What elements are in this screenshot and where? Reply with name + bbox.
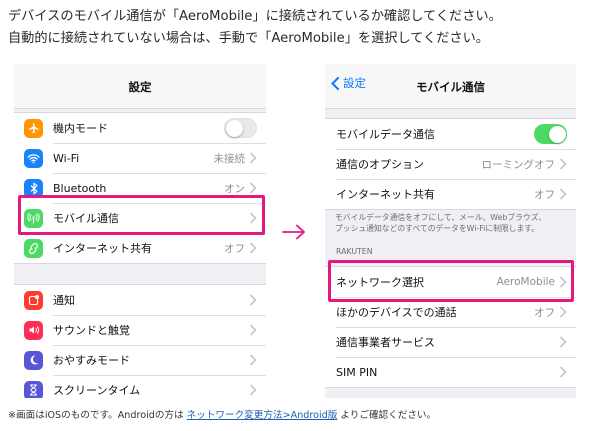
notifications-icon — [24, 290, 43, 310]
row-label: 通信のオプション — [336, 158, 424, 171]
chevron-right-icon — [559, 366, 567, 378]
row-label: SIM PIN — [336, 365, 378, 379]
row-value: AeroMobile — [496, 276, 555, 288]
row-label: 通信事業者サービス — [336, 336, 435, 349]
row-value: オフ — [224, 242, 245, 255]
instructions: デバイスのモバイル通信が「AeroMobile」に接続されているか確認してくださ… — [8, 6, 584, 50]
settings-title: 設定 — [128, 80, 152, 94]
row-label: ほかのデバイスでの通話 — [336, 306, 457, 319]
mobile-data-group-main: モバイルデータ通信 通信のオプション ローミングオフ インターネット共有 オフ — [325, 118, 576, 210]
row-value: オフ — [534, 188, 555, 201]
chevron-right-icon — [249, 212, 257, 224]
chevron-right-icon — [559, 276, 567, 288]
instruction-line-1: デバイスのモバイル通信が「AeroMobile」に接続されているか確認してくださ… — [8, 9, 502, 24]
android-guide-link[interactable]: ネットワーク変更方法>Android版 — [187, 410, 338, 421]
airplane-mode-toggle[interactable] — [224, 118, 257, 138]
mobile-data-row-hotspot[interactable]: インターネット共有 オフ — [325, 179, 576, 209]
chevron-right-icon — [249, 152, 257, 164]
hotspot-icon — [24, 238, 43, 258]
settings-row-screen-time[interactable]: スクリーンタイム — [14, 375, 266, 398]
settings-row-sounds[interactable]: サウンドと触覚 — [14, 315, 266, 345]
mobile-data-row-calls-on-other-devices[interactable]: ほかのデバイスでの通話 オフ — [325, 297, 576, 327]
mobile-data-row-sim-pin[interactable]: SIM PIN — [325, 357, 576, 387]
row-label: Wi-Fi — [53, 151, 80, 165]
chevron-right-icon — [559, 306, 567, 318]
speaker-icon — [24, 320, 43, 340]
row-label: Bluetooth — [53, 181, 107, 195]
instruction-line-2: 自動的に接続されていない場合は、手動で「AeroMobile」を選択してください… — [8, 31, 489, 46]
moon-icon — [24, 350, 43, 370]
footnote-line-1: モバイルデータ通信をオフにして、メール、Webブラウズ、 — [335, 213, 547, 222]
note-prefix: ※画面はiOSのものです。Androidの方は — [8, 410, 187, 421]
row-value: オン — [224, 182, 245, 195]
chevron-right-icon — [559, 158, 567, 170]
row-label: サウンドと触覚 — [53, 324, 130, 337]
row-value: ローミングオフ — [481, 158, 556, 171]
settings-navbar: 設定 — [14, 64, 266, 109]
settings-row-do-not-disturb[interactable]: おやすみモード — [14, 345, 266, 375]
mobile-data-row-carrier-services[interactable]: 通信事業者サービス — [325, 327, 576, 357]
settings-row-bluetooth[interactable]: Bluetooth オン — [14, 173, 266, 203]
mobile-data-screen: 設定 モバイル通信 モバイルデータ通信 通信のオプション ローミングオフ インタ… — [325, 64, 576, 398]
mobile-data-row-options[interactable]: 通信のオプション ローミングオフ — [325, 149, 576, 179]
row-label: 機内モード — [53, 122, 108, 135]
row-label: 通知 — [53, 294, 75, 307]
arrow-right-icon — [282, 224, 305, 240]
row-label: モバイルデータ通信 — [336, 128, 435, 141]
mobile-data-toggle[interactable] — [534, 124, 567, 144]
carrier-section-header: RAKUTEN — [336, 247, 373, 256]
chevron-right-icon — [249, 324, 257, 336]
chevron-right-icon — [559, 188, 567, 200]
chevron-right-icon — [249, 242, 257, 254]
mobile-data-footnote: モバイルデータ通信をオフにして、メール、Webブラウズ、 プッシュ通知などのすべ… — [335, 212, 566, 234]
mobile-data-row-network-selection[interactable]: ネットワーク選択 AeroMobile — [325, 267, 576, 297]
row-label: インターネット共有 — [53, 242, 152, 255]
chevron-right-icon — [559, 336, 567, 348]
settings-group-notifications: 通知 サウンドと触覚 おやすみモード スクリーンタイム — [14, 284, 266, 398]
chevron-right-icon — [249, 182, 257, 194]
row-value: オフ — [534, 306, 555, 319]
hourglass-icon — [24, 380, 43, 398]
chevron-right-icon — [249, 294, 257, 306]
row-label: モバイル通信 — [53, 212, 119, 225]
antenna-icon — [24, 208, 43, 228]
row-label: ネットワーク選択 — [336, 276, 424, 289]
ios-note: ※画面はiOSのものです。Androidの方は ネットワーク変更方法>Andro… — [8, 407, 436, 421]
row-label: スクリーンタイム — [53, 384, 141, 397]
wifi-icon — [24, 148, 43, 168]
note-suffix: よりご確認ください。 — [337, 410, 437, 421]
bluetooth-icon — [24, 178, 43, 198]
mobile-data-row-cellular[interactable]: モバイルデータ通信 — [325, 119, 576, 149]
settings-row-notifications[interactable]: 通知 — [14, 285, 266, 315]
settings-screen: 設定 機内モード Wi-Fi 未接続 Bluetooth オン モバイル通信 イ… — [14, 64, 266, 398]
settings-row-airplane-mode[interactable]: 機内モード — [14, 113, 266, 143]
mobile-data-navbar: 設定 モバイル通信 — [325, 64, 576, 109]
settings-group-connectivity: 機内モード Wi-Fi 未接続 Bluetooth オン モバイル通信 インター… — [14, 112, 266, 264]
mobile-data-group-carrier: ネットワーク選択 AeroMobile ほかのデバイスでの通話 オフ 通信事業者… — [325, 266, 576, 388]
chevron-right-icon — [249, 354, 257, 366]
row-label: インターネット共有 — [336, 188, 435, 201]
settings-row-wifi[interactable]: Wi-Fi 未接続 — [14, 143, 266, 173]
settings-row-mobile-data[interactable]: モバイル通信 — [14, 203, 266, 233]
chevron-right-icon — [249, 384, 257, 396]
airplane-icon — [24, 118, 43, 138]
mobile-data-title: モバイル通信 — [416, 80, 485, 94]
settings-row-personal-hotspot[interactable]: インターネット共有 オフ — [14, 233, 266, 263]
row-label: おやすみモード — [53, 354, 130, 367]
footnote-line-2: プッシュ通知などのすべてのデータをWi-Fiに制限します。 — [335, 224, 540, 233]
row-value: 未接続 — [213, 152, 246, 165]
